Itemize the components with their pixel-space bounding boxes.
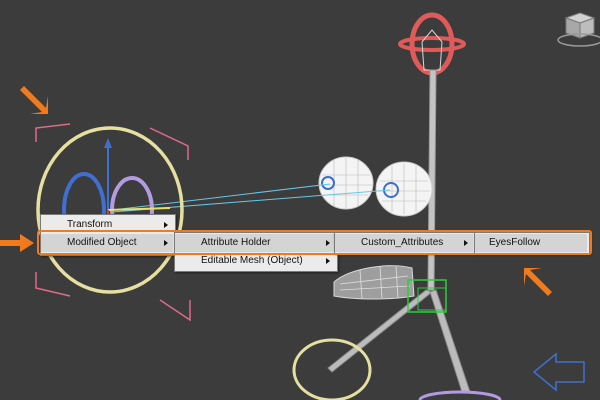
foot-control-rings[interactable]	[292, 338, 502, 400]
submenu-arrow-icon	[326, 258, 330, 264]
context-menu-level3: Custom_Attributes	[334, 232, 476, 254]
submenu-arrow-icon	[326, 240, 330, 246]
submenu-arrow-icon	[164, 222, 168, 228]
submenu-arrow-icon	[164, 240, 168, 246]
hand-mesh[interactable]	[333, 265, 415, 300]
context-menu-level1: Transform Modified Object	[40, 214, 176, 256]
menu-item-label: Modified Object	[67, 237, 137, 248]
navigation-arrow-icon[interactable]	[532, 352, 585, 392]
viewport-3d[interactable]	[0, 0, 600, 400]
menu-item-label: Custom_Attributes	[361, 237, 444, 248]
menu-item-label: Editable Mesh (Object)	[201, 255, 303, 266]
menu-item-attribute-holder[interactable]: Attribute Holder	[175, 234, 335, 252]
menu-item-transform[interactable]: Transform	[41, 216, 173, 234]
menu-item-eyesfollow[interactable]: EyesFollow	[475, 234, 587, 252]
view-cube-icon[interactable]	[557, 12, 600, 47]
menu-item-modified-object[interactable]: Modified Object	[41, 234, 173, 252]
context-menu-level2: Attribute Holder Editable Mesh (Object)	[174, 232, 338, 272]
menu-item-editable-mesh[interactable]: Editable Mesh (Object)	[175, 252, 335, 270]
eyeballs[interactable]	[318, 156, 433, 217]
menu-item-label: Transform	[67, 219, 113, 230]
menu-item-label: EyesFollow	[489, 237, 541, 248]
menu-item-label: Attribute Holder	[201, 237, 271, 248]
menu-item-custom-attributes[interactable]: Custom_Attributes	[335, 234, 473, 252]
submenu-arrow-icon	[464, 240, 468, 246]
head-control-ring[interactable]	[398, 12, 466, 76]
context-menu-level4: EyesFollow	[474, 232, 590, 254]
leg-bones[interactable]	[327, 289, 471, 393]
